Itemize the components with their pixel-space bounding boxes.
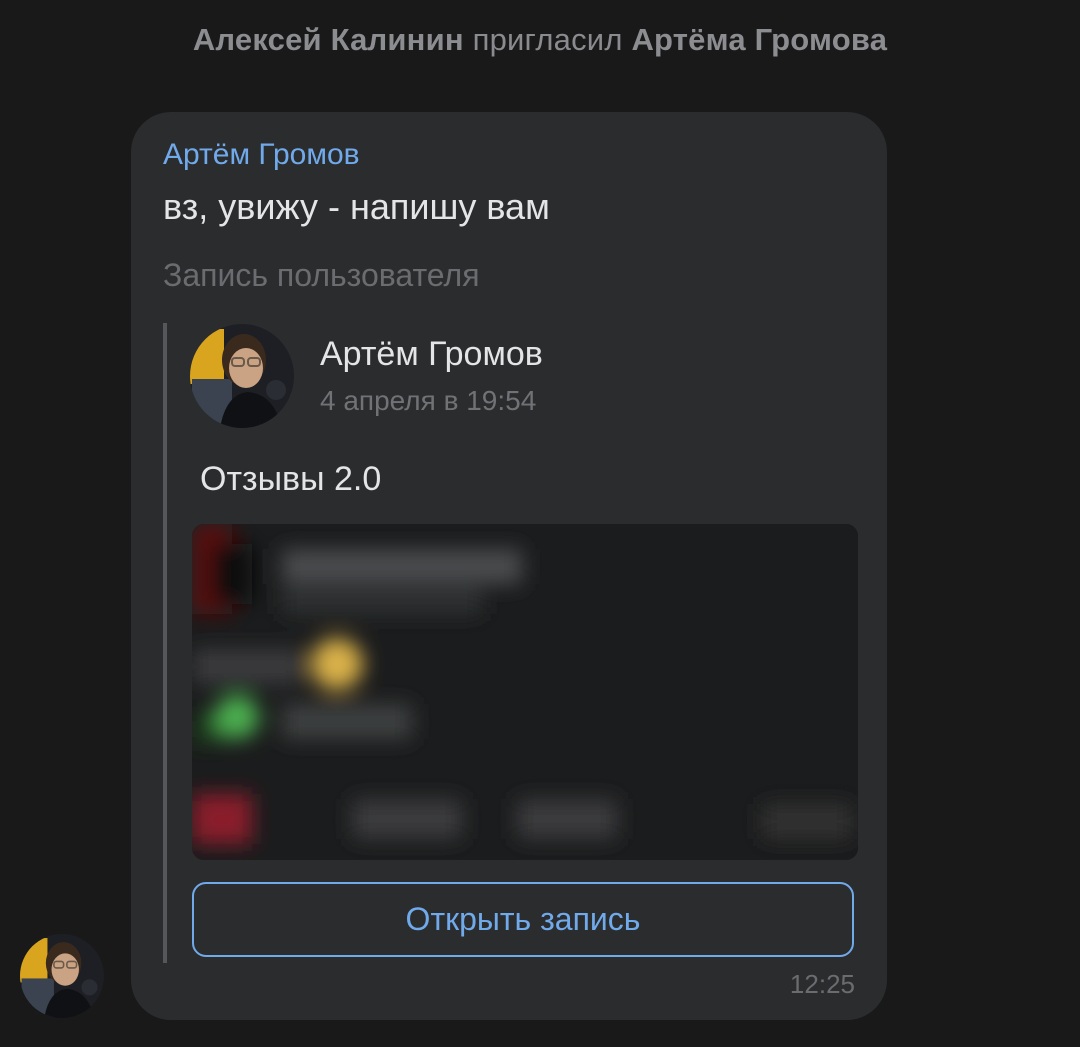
message-bubble[interactable]: Артём Громов вз, увижу - напишу вам Запи… bbox=[131, 112, 887, 1020]
message-author[interactable]: Артём Громов bbox=[163, 138, 360, 172]
chat-screen: Алексей Калинин пригласил Артёма Громова… bbox=[0, 0, 1080, 1047]
service-target-link[interactable]: Артёма Громова bbox=[631, 22, 887, 57]
message-text: вз, увижу - напишу вам bbox=[163, 186, 550, 227]
user-avatar-photo-icon bbox=[20, 934, 104, 1018]
sender-avatar[interactable] bbox=[20, 934, 104, 1018]
post-date[interactable]: 4 апреля в 19:54 bbox=[320, 385, 536, 417]
message-time: 12:25 bbox=[789, 969, 855, 999]
user-avatar-photo-icon bbox=[190, 324, 294, 428]
open-post-button[interactable]: Открыть запись bbox=[192, 882, 854, 957]
post-author-name[interactable]: Артём Громов bbox=[320, 335, 543, 374]
blurred-screenshot-image-icon bbox=[192, 524, 858, 860]
service-message: Алексей Калинин пригласил Артёма Громова bbox=[0, 22, 1080, 58]
post-image[interactable] bbox=[192, 524, 858, 860]
repost-card: Артём Громов 4 апреля в 19:54 Отзывы 2.0 bbox=[163, 323, 859, 963]
service-verb: пригласил bbox=[472, 22, 623, 57]
post-author-avatar[interactable] bbox=[190, 324, 294, 428]
repost-label: Запись пользователя bbox=[163, 257, 480, 293]
post-text: Отзывы 2.0 bbox=[200, 460, 382, 498]
service-actor-link[interactable]: Алексей Калинин bbox=[193, 22, 464, 57]
